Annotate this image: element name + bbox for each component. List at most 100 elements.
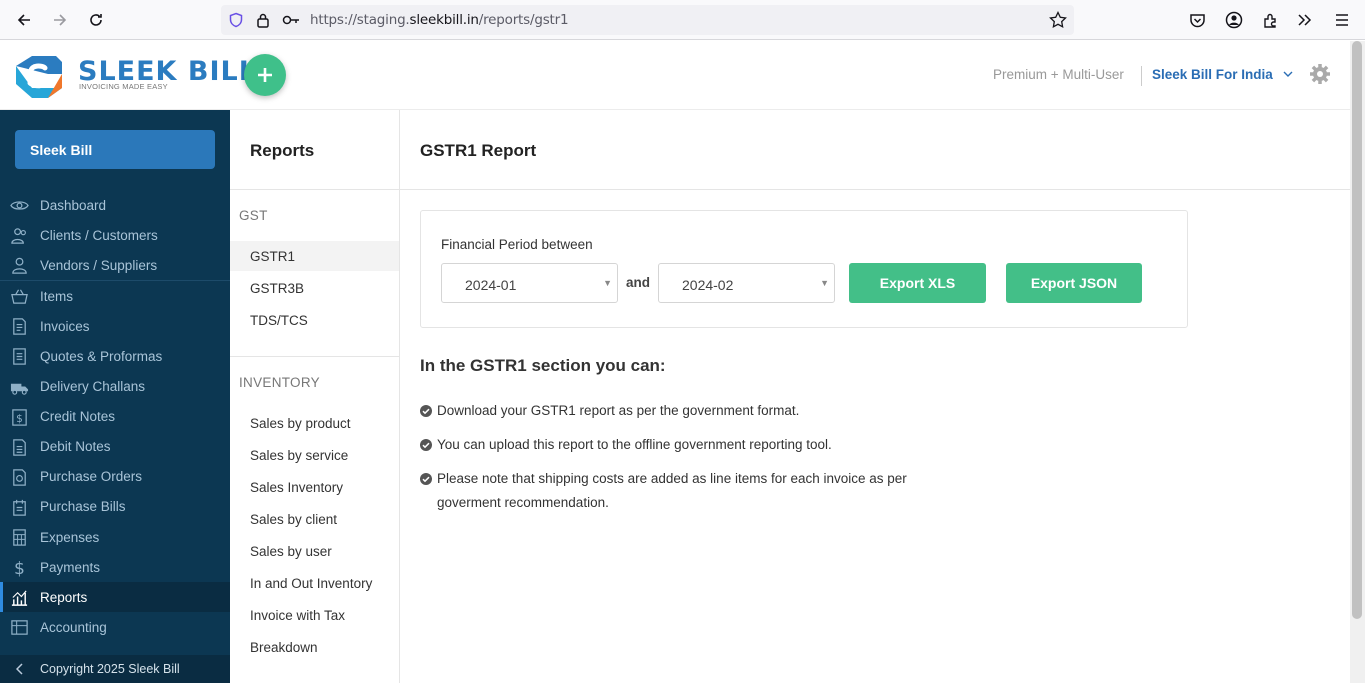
sidebar: Sleek Bill Dashboard Clients / Customers… xyxy=(0,110,230,683)
account-icon[interactable] xyxy=(1224,10,1244,30)
sidebar-item-payments[interactable]: $ Payments xyxy=(0,552,230,582)
sidebar-item-label: Clients / Customers xyxy=(40,227,158,243)
sidebar-item-purchase-bills[interactable]: Purchase Bills xyxy=(0,492,230,522)
subnav-item-invoice-with-tax[interactable]: Invoice with Tax xyxy=(230,600,399,630)
subnav-title: Reports xyxy=(250,141,315,160)
overflow-chevrons-icon[interactable] xyxy=(1295,10,1315,30)
sidebar-item-label: Purchase Bills xyxy=(40,499,126,515)
subnav-item-tds-tcs[interactable]: TDS/TCS xyxy=(230,305,399,335)
sidebar-item-label: Delivery Challans xyxy=(40,379,146,395)
sidebar-footer: Copyright 2025 Sleek Bill xyxy=(0,655,230,683)
info-item-text: You can upload this report to the offlin… xyxy=(437,437,832,452)
sidebar-item-label: Payments xyxy=(40,559,101,575)
main-divider xyxy=(400,189,1350,190)
browser-toolbar: https://staging.sleekbill.in/reports/gst… xyxy=(0,0,1365,40)
svg-text:$: $ xyxy=(16,412,23,424)
info-item: You can upload this report to the offlin… xyxy=(420,433,940,457)
subnav-item-in-out-inventory[interactable]: In and Out Inventory xyxy=(230,568,399,598)
sidebar-item-items[interactable]: Items xyxy=(0,281,230,311)
shield-icon[interactable] xyxy=(228,12,244,33)
subnav-item-sales-by-user[interactable]: Sales by user xyxy=(230,536,399,566)
check-circle-icon xyxy=(420,405,432,417)
subnav-group-inventory: INVENTORY xyxy=(239,375,320,390)
sidebar-item-dashboard[interactable]: Dashboard xyxy=(0,190,230,220)
company-selector[interactable]: Sleek Bill For India xyxy=(1152,67,1293,82)
sidebar-menu: Dashboard Clients / Customers Vendors / … xyxy=(0,190,230,642)
add-new-button[interactable] xyxy=(244,54,286,96)
subnav-item-sales-by-client[interactable]: Sales by client xyxy=(230,504,399,534)
sidebar-item-credit-notes[interactable]: $ Credit Notes xyxy=(0,402,230,432)
scrollbar-thumb[interactable] xyxy=(1352,41,1362,619)
gear-icon[interactable] xyxy=(1309,63,1331,85)
sidebar-item-label: Purchase Orders xyxy=(40,469,143,485)
sidebar-item-label: Items xyxy=(40,288,74,304)
logo-tagline: INVOICING MADE EASY xyxy=(79,82,168,91)
subnav-item-sales-by-service[interactable]: Sales by service xyxy=(230,440,399,470)
period-to-select[interactable]: 2024-02 ▼ xyxy=(658,263,835,303)
dropdown-caret-icon: ▼ xyxy=(820,278,829,288)
sleekbill-logo-icon[interactable] xyxy=(12,54,66,105)
sidebar-item-reports[interactable]: Reports xyxy=(0,582,230,613)
invoice-icon xyxy=(13,318,26,336)
sidebar-item-label: Invoices xyxy=(40,318,90,334)
subnav-item-gstr1[interactable]: GSTR1 xyxy=(230,241,399,271)
url-text[interactable]: https://staging.sleekbill.in/reports/gst… xyxy=(310,12,569,28)
sidebar-item-label: Vendors / Suppliers xyxy=(40,257,158,273)
sidebar-item-quotes[interactable]: Quotes & Proformas xyxy=(0,341,230,371)
page-title: GSTR1 Report xyxy=(420,141,537,160)
pocket-icon[interactable] xyxy=(1187,10,1207,30)
filter-card: Financial Period between 2024-01 ▼ and 2… xyxy=(420,210,1188,328)
dropdown-caret-icon: ▼ xyxy=(603,278,612,288)
sidebar-item-purchase-orders[interactable]: Purchase Orders xyxy=(0,462,230,492)
subnav-item-gstr3b[interactable]: GSTR3B xyxy=(230,273,399,303)
export-xls-button[interactable]: Export XLS xyxy=(849,263,986,303)
company-name[interactable]: Sleek Bill For India xyxy=(1152,67,1273,82)
extensions-icon[interactable] xyxy=(1260,10,1280,30)
purchase-order-icon xyxy=(13,469,26,486)
financial-period-label: Financial Period between xyxy=(441,237,593,252)
debit-doc-icon xyxy=(13,439,26,456)
export-json-button[interactable]: Export JSON xyxy=(1006,263,1142,303)
subnav-group-gst: GST xyxy=(239,208,268,223)
document-icon xyxy=(13,348,26,366)
back-icon[interactable] xyxy=(12,8,36,32)
svg-text:$: $ xyxy=(14,559,25,577)
period-from-value: 2024-01 xyxy=(465,277,517,293)
sidebar-item-clients[interactable]: Clients / Customers xyxy=(0,220,230,250)
lock-icon[interactable] xyxy=(256,12,270,33)
basket-icon xyxy=(11,289,28,305)
bookmark-star-icon[interactable] xyxy=(1049,10,1067,34)
period-from-select[interactable]: 2024-01 ▼ xyxy=(441,263,618,303)
subnav-item-sales-inventory[interactable]: Sales Inventory xyxy=(230,472,399,502)
reload-icon[interactable] xyxy=(84,8,108,32)
dollar-doc-icon: $ xyxy=(12,408,27,426)
menu-hamburger-icon[interactable] xyxy=(1332,10,1352,30)
key-icon[interactable] xyxy=(282,13,300,32)
info-item: Download your GSTR1 report as per the go… xyxy=(420,399,940,423)
sidebar-item-accounting[interactable]: Accounting xyxy=(0,612,230,642)
sidebar-item-debit-notes[interactable]: Debit Notes xyxy=(0,432,230,462)
plus-icon xyxy=(258,68,272,82)
dollar-icon: $ xyxy=(14,559,25,577)
page-scrollbar[interactable] xyxy=(1350,41,1365,683)
address-bar[interactable]: https://staging.sleekbill.in/reports/gst… xyxy=(221,5,1074,35)
sidebar-item-vendors[interactable]: Vendors / Suppliers xyxy=(0,250,230,280)
sidebar-item-invoices[interactable]: Invoices xyxy=(0,311,230,341)
plan-label: Premium + Multi-User xyxy=(993,67,1124,82)
subnav-item-sales-by-product[interactable]: Sales by product xyxy=(230,408,399,438)
sidebar-item-label: Reports xyxy=(40,589,88,605)
app-header: SLEEK BILL INVOICING MADE EASY Premium +… xyxy=(0,41,1365,110)
chart-icon xyxy=(11,590,28,607)
info-heading: In the GSTR1 section you can: xyxy=(420,356,666,375)
subnav-item-breakdown[interactable]: Breakdown xyxy=(230,632,399,662)
sidebar-item-label: Debit Notes xyxy=(40,439,111,455)
org-button[interactable]: Sleek Bill xyxy=(15,130,215,169)
chevron-down-icon xyxy=(1283,71,1293,77)
info-item: Please note that shipping costs are adde… xyxy=(420,467,940,515)
sidebar-item-expenses[interactable]: Expenses xyxy=(0,522,230,552)
sidebar-item-delivery-challans[interactable]: Delivery Challans xyxy=(0,372,230,402)
truck-icon xyxy=(10,383,29,395)
header-divider xyxy=(1141,66,1142,86)
collapse-sidebar-icon[interactable] xyxy=(0,663,40,675)
forward-icon[interactable] xyxy=(48,8,72,32)
